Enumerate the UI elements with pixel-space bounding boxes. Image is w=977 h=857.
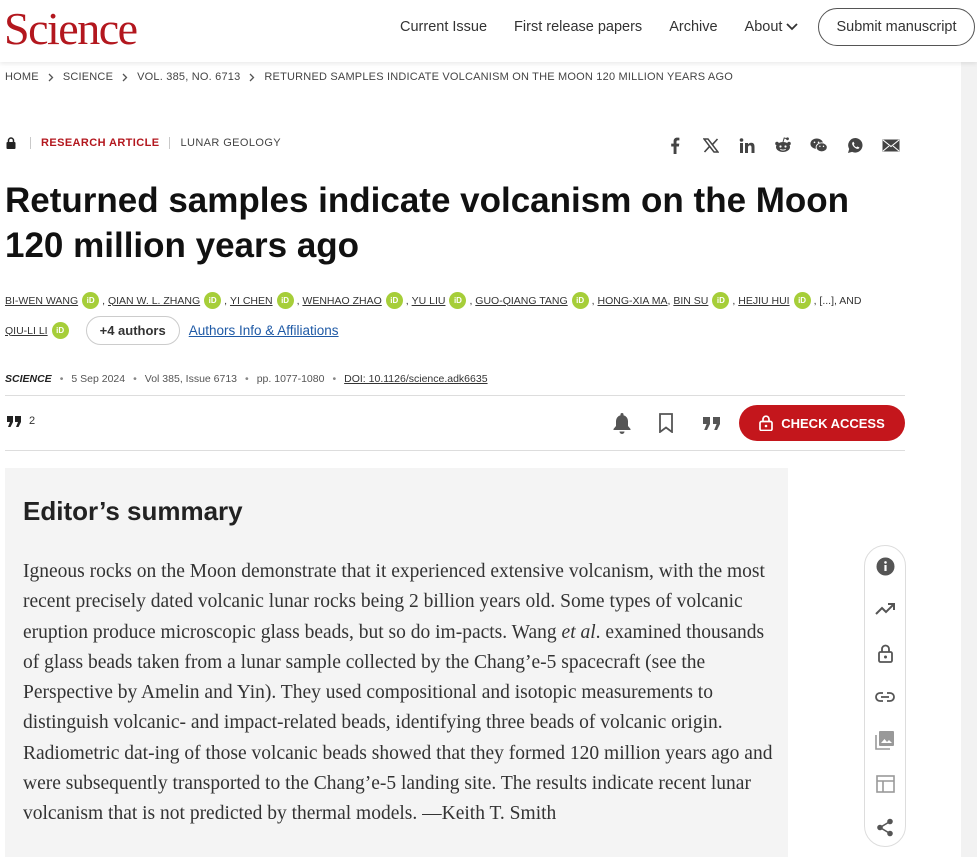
chevron-down-icon <box>786 23 799 31</box>
divider <box>30 137 31 149</box>
quote-icon <box>7 415 21 427</box>
separator-dot: • <box>59 373 64 385</box>
trending-icon[interactable] <box>875 599 895 619</box>
lock-open-icon[interactable] <box>875 643 895 663</box>
summary-heading: Editor’s summary <box>23 496 243 526</box>
top-nav: Current Issue First release papers Archi… <box>400 18 799 36</box>
doi-link[interactable]: DOI: 10.1126/science.adk6635 <box>344 373 487 385</box>
editors-summary: Editor’s summary Igneous rocks on the Mo… <box>5 468 788 857</box>
article-tools-rail <box>864 545 906 847</box>
author-link[interactable]: HEJIU HUI <box>738 293 789 309</box>
breadcrumb: HOME SCIENCE VOL. 385, NO. 6713 RETURNED… <box>5 71 733 83</box>
facebook-icon[interactable] <box>666 136 684 154</box>
authors-affiliations-link[interactable]: Authors Info & Affiliations <box>189 323 339 339</box>
article-type: RESEARCH ARTICLE <box>41 137 160 149</box>
nav-archive[interactable]: Archive <box>669 18 717 36</box>
orcid-icon[interactable]: iD <box>571 292 589 309</box>
author-link[interactable]: HONG-XIA MA <box>598 293 668 309</box>
chevron-right-icon <box>249 73 255 82</box>
site-header: Science Current Issue First release pape… <box>0 0 977 62</box>
linkedin-icon[interactable] <box>738 136 756 154</box>
check-access-label: CHECK ACCESS <box>781 415 885 431</box>
divider <box>5 450 905 451</box>
share-bar <box>666 136 900 154</box>
citation-count-value: 2 <box>29 415 36 427</box>
right-gutter <box>961 62 977 857</box>
wechat-icon[interactable] <box>810 136 828 154</box>
summary-text-part2: . examined thousands of glass beads take… <box>23 621 773 825</box>
bookmark-button[interactable] <box>654 411 678 435</box>
separator-dot: • <box>245 373 249 385</box>
separator-dot: • <box>133 373 137 385</box>
author-link[interactable]: WENHAO ZHAO <box>302 293 381 309</box>
alert-bell-button[interactable] <box>610 411 634 435</box>
chevron-right-icon <box>122 73 128 82</box>
nav-about-label: About <box>744 19 783 35</box>
images-icon[interactable] <box>875 730 895 750</box>
email-icon[interactable] <box>882 136 900 154</box>
author-link[interactable]: QIU-LI LI <box>5 323 48 339</box>
orcid-icon[interactable]: iD <box>793 292 811 309</box>
orcid-icon[interactable]: iD <box>449 292 467 309</box>
check-access-button[interactable]: CHECK ACCESS <box>739 405 905 441</box>
more-authors-button[interactable]: +4 authors <box>85 316 180 345</box>
link-icon[interactable] <box>875 687 895 707</box>
summary-text: Igneous rocks on the Moon demonstrate th… <box>23 557 773 830</box>
orcid-icon[interactable]: iD <box>385 292 403 309</box>
reddit-icon[interactable] <box>774 136 792 154</box>
divider <box>5 395 905 396</box>
page-range: pp. 1077-1080 <box>256 373 325 385</box>
info-icon[interactable] <box>875 556 895 576</box>
breadcrumb-current: RETURNED SAMPLES INDICATE VOLCANISM ON T… <box>264 71 733 83</box>
share-icon[interactable] <box>875 817 895 837</box>
orcid-icon[interactable]: iD <box>51 322 69 339</box>
author-link[interactable]: BIN SU <box>673 293 708 309</box>
author-link[interactable]: BI-WEN WANG <box>5 293 78 309</box>
nav-first-release[interactable]: First release papers <box>514 18 642 36</box>
quote-icon <box>703 416 720 430</box>
separator-dot: • <box>332 373 337 385</box>
chevron-right-icon <box>48 73 54 82</box>
lock-icon <box>6 137 16 149</box>
breadcrumb-science[interactable]: SCIENCE <box>63 71 113 83</box>
divider <box>169 137 171 149</box>
author-link[interactable]: YU LIU <box>412 293 446 309</box>
orcid-icon[interactable]: iD <box>82 292 100 309</box>
x-icon[interactable] <box>702 136 720 154</box>
whatsapp-icon[interactable] <box>846 136 864 154</box>
table-icon[interactable] <box>875 774 895 794</box>
orcid-icon[interactable]: iD <box>712 292 730 309</box>
author-list: BI-WEN WANG iD, QIAN W. L. ZHANG iD, YI CH… <box>5 292 905 345</box>
summary-text-italic: et al <box>561 621 596 643</box>
author-link[interactable]: YI CHEN <box>230 293 273 309</box>
author-link[interactable]: QIAN W. L. ZHANG <box>108 293 200 309</box>
orcid-icon[interactable]: iD <box>204 292 222 309</box>
article-subject[interactable]: LUNAR GEOLOGY <box>180 137 281 149</box>
cite-button[interactable] <box>700 411 724 435</box>
nav-about[interactable]: About <box>745 18 799 36</box>
bookmark-icon <box>659 413 673 433</box>
bell-icon <box>613 413 631 434</box>
breadcrumb-home[interactable]: HOME <box>5 71 39 83</box>
orcid-icon[interactable]: iD <box>276 292 294 309</box>
article-title: Returned samples indicate volcanism on t… <box>5 181 850 265</box>
publication-info: SCIENCE • 5 Sep 2024 • Vol 385, Issue 67… <box>5 373 488 385</box>
authors-ellipsis: , [...], AND <box>813 294 862 307</box>
submit-manuscript-button[interactable]: Submit manuscript <box>818 8 975 46</box>
author-link[interactable]: GUO-QIANG TANG <box>475 293 567 309</box>
lock-icon <box>759 415 774 431</box>
article-meta: RESEARCH ARTICLE LUNAR GEOLOGY <box>6 137 281 149</box>
science-logo[interactable]: Science <box>4 4 138 54</box>
citation-count[interactable]: 2 <box>7 415 35 427</box>
publication-date: 5 Sep 2024 <box>71 373 126 385</box>
volume-issue: Vol 385, Issue 6713 <box>144 373 238 385</box>
journal-name: SCIENCE <box>5 373 52 385</box>
breadcrumb-volume[interactable]: VOL. 385, NO. 6713 <box>137 71 240 83</box>
nav-current-issue[interactable]: Current Issue <box>400 18 487 36</box>
